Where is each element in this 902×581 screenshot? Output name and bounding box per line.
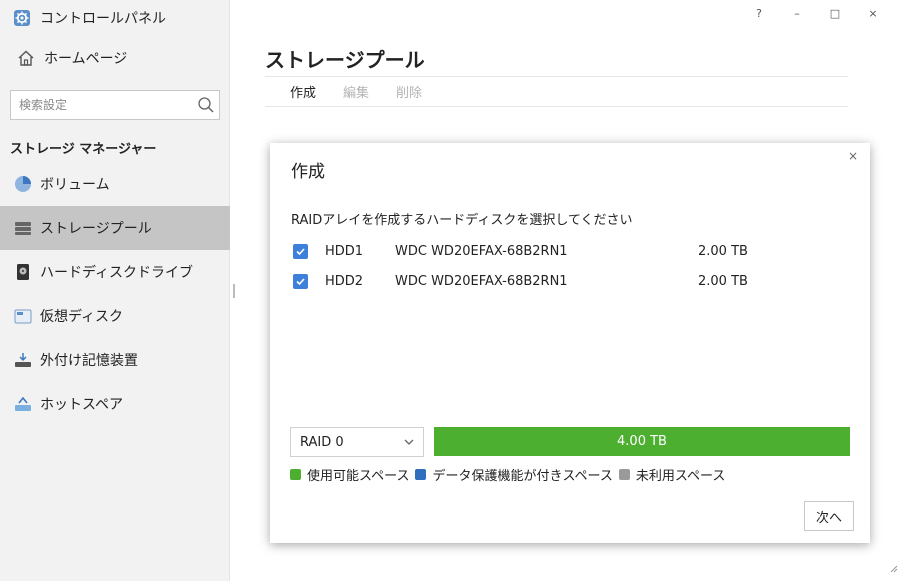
sidebar: コントロールパネル ホームページ ストレージ マネージャー ボリューム ストレー… bbox=[0, 0, 230, 581]
capacity-bar: 4.00 TB bbox=[434, 427, 850, 456]
home-label: ホームページ bbox=[44, 51, 128, 67]
next-button[interactable]: 次へ bbox=[804, 501, 854, 531]
hard-disk-icon bbox=[12, 261, 34, 283]
dialog-close-button[interactable]: × bbox=[848, 149, 858, 163]
disk-model: WDC WD20EFAX-68B2RN1 bbox=[395, 273, 568, 289]
search-box bbox=[10, 90, 220, 120]
checkmark-icon bbox=[296, 247, 305, 255]
disk-id: HDD2 bbox=[325, 273, 364, 289]
sidebar-item-label: 外付け記憶装置 bbox=[40, 353, 138, 369]
legend-label: 未利用スペース bbox=[635, 469, 726, 484]
sidebar-item-storage-pool[interactable]: ストレージプール bbox=[0, 206, 230, 250]
dialog-title: 作成 bbox=[291, 162, 325, 182]
capacity-usable-fill: 4.00 TB bbox=[434, 427, 850, 456]
legend-usable: 使用可能スペース bbox=[290, 465, 409, 484]
create-button[interactable]: 作成 bbox=[290, 82, 316, 101]
legend-label: 使用可能スペース bbox=[307, 469, 410, 484]
capacity-label: 4.00 TB bbox=[617, 434, 667, 449]
sidebar-item-hot-spare[interactable]: ホットスペア bbox=[0, 382, 230, 426]
section-title-storage-manager: ストレージ マネージャー bbox=[10, 142, 157, 157]
raid-level-value: RAID 0 bbox=[300, 434, 344, 450]
sidebar-item-volume[interactable]: ボリューム bbox=[0, 162, 230, 206]
home-link[interactable]: ホームページ bbox=[0, 36, 229, 80]
edit-button[interactable]: 編集 bbox=[343, 82, 369, 101]
sidebar-item-virtual-disk[interactable]: 仮想ディスク bbox=[0, 294, 230, 338]
sidebar-item-label: 仮想ディスク bbox=[40, 309, 124, 325]
checkmark-icon bbox=[296, 277, 305, 285]
legend-unused: 未利用スペース bbox=[618, 465, 726, 484]
storage-pool-icon bbox=[12, 217, 34, 239]
window-resize-grip-icon[interactable] bbox=[888, 561, 898, 577]
volume-pie-icon bbox=[12, 173, 34, 195]
disk-size: 2.00 TB bbox=[698, 273, 748, 289]
external-storage-icon bbox=[12, 349, 34, 371]
disk-checkbox[interactable] bbox=[293, 243, 308, 259]
home-icon bbox=[16, 48, 36, 68]
close-window-button[interactable]: × bbox=[854, 4, 892, 22]
disk-model: WDC WD20EFAX-68B2RN1 bbox=[395, 243, 568, 259]
disk-row[interactable]: HDD2 WDC WD20EFAX-68B2RN1 2.00 TB bbox=[293, 266, 853, 296]
app-title-bar: コントロールパネル bbox=[0, 0, 229, 36]
help-button[interactable]: ? bbox=[740, 4, 778, 22]
page-title: ストレージプール bbox=[265, 48, 425, 72]
toolbar: 作成 編集 削除 bbox=[265, 76, 848, 107]
sidebar-item-hard-disk[interactable]: ハードディスクドライブ bbox=[0, 250, 230, 294]
hot-spare-icon bbox=[12, 393, 34, 415]
disk-checkbox[interactable] bbox=[293, 273, 308, 289]
capacity-legend: 使用可能スペース データ保護機能が付きスペース 未利用スペース bbox=[290, 465, 731, 484]
disk-row[interactable]: HDD1 WDC WD20EFAX-68B2RN1 2.00 TB bbox=[293, 236, 853, 266]
search-input[interactable] bbox=[11, 91, 193, 119]
dialog-prompt: RAIDアレイを作成するハードディスクを選択してください bbox=[291, 213, 633, 228]
app-title: コントロールパネル bbox=[40, 11, 166, 27]
window-controls: ? – □ × bbox=[740, 4, 892, 22]
create-pool-dialog: × 作成 RAIDアレイを作成するハードディスクを選択してください HDD1 W… bbox=[270, 143, 870, 543]
legend-swatch-blue bbox=[415, 469, 427, 480]
sidebar-item-external-storage[interactable]: 外付け記憶装置 bbox=[0, 338, 230, 382]
virtual-disk-icon bbox=[12, 305, 34, 327]
raid-level-select[interactable]: RAID 0 bbox=[290, 427, 424, 457]
control-panel-gear-icon bbox=[12, 8, 32, 28]
delete-button[interactable]: 削除 bbox=[396, 82, 422, 101]
disk-size: 2.00 TB bbox=[698, 243, 748, 259]
disk-id: HDD1 bbox=[325, 243, 364, 259]
sidebar-item-label: ストレージプール bbox=[40, 221, 152, 237]
sidebar-nav: ボリューム ストレージプール ハードディスクドライブ 仮想ディスク 外付け記憶装… bbox=[0, 162, 230, 426]
legend-label: データ保護機能が付きスペース bbox=[432, 469, 613, 484]
search-icon[interactable] bbox=[193, 91, 219, 119]
sidebar-item-label: ホットスペア bbox=[40, 397, 124, 413]
disk-list: HDD1 WDC WD20EFAX-68B2RN1 2.00 TB HDD2 W… bbox=[293, 236, 853, 296]
maximize-button[interactable]: □ bbox=[816, 4, 854, 22]
minimize-button[interactable]: – bbox=[778, 4, 816, 22]
sidebar-item-label: ボリューム bbox=[40, 177, 110, 193]
sidebar-item-label: ハードディスクドライブ bbox=[40, 265, 194, 281]
sidebar-resize-handle[interactable] bbox=[233, 284, 235, 298]
legend-protection: データ保護機能が付きスペース bbox=[415, 465, 613, 484]
legend-swatch-green bbox=[290, 469, 301, 480]
legend-swatch-gray bbox=[618, 469, 630, 480]
chevron-down-icon bbox=[403, 436, 415, 452]
